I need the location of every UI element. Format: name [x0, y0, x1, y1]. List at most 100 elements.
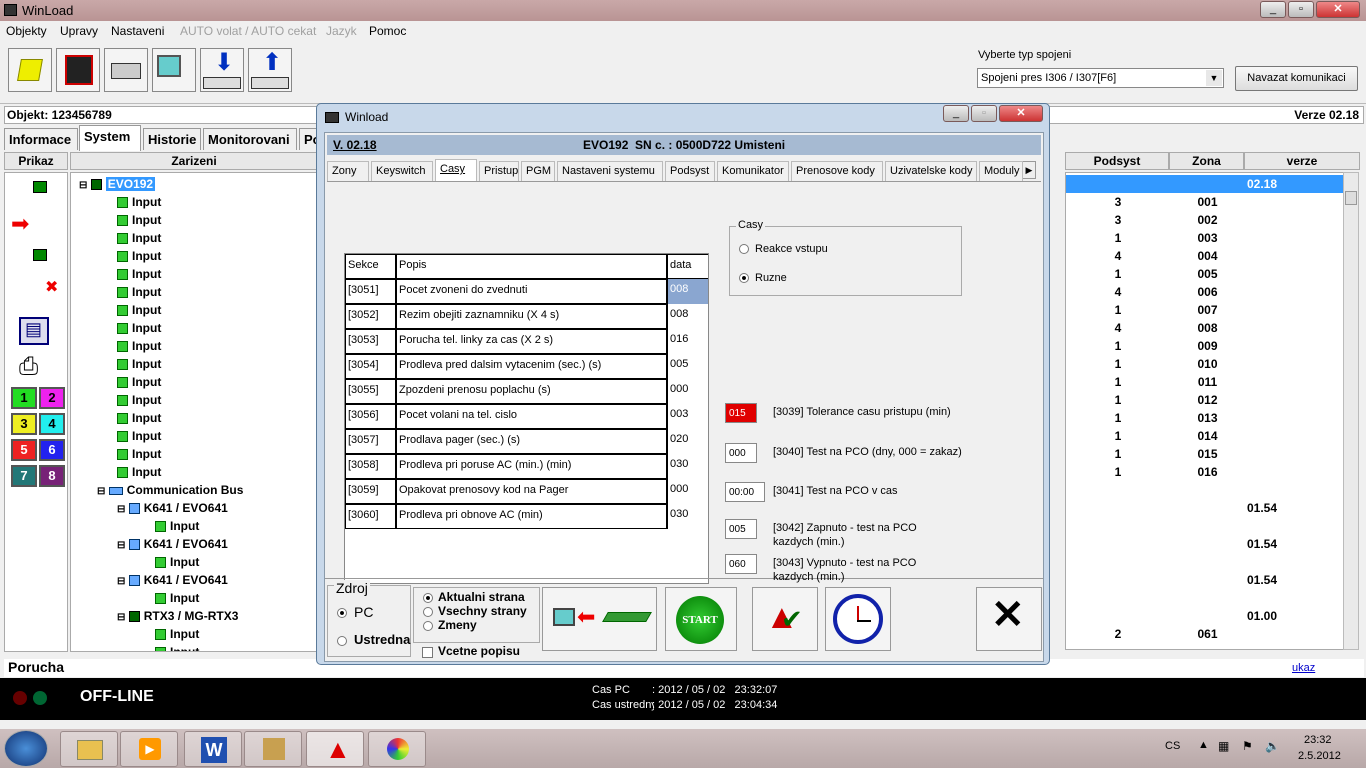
table-row[interactable]: [3055] Zpozdeni prenosu poplachu (s) 000 [345, 379, 708, 404]
cell-data[interactable]: 003 [667, 404, 708, 429]
tree-item-module[interactable]: ⊟ K641 / EVO641 [117, 499, 228, 517]
dialog-tab-casy[interactable]: Casy [435, 159, 477, 181]
collapse-icon[interactable]: ⊟ [117, 612, 125, 623]
tree-item-bus[interactable]: ⊟ Communication Bus [97, 481, 243, 499]
dialog-close-button[interactable]: ✕ [999, 105, 1043, 122]
report-button[interactable]: ▤ [19, 317, 49, 345]
table-row[interactable]: [3059] Opakovat prenosovy kod na Pager 000 [345, 479, 708, 504]
color-key-5[interactable]: 5 [11, 439, 37, 461]
language-indicator[interactable]: CS [1165, 740, 1180, 752]
grid-row[interactable]: 1 012 [1066, 391, 1344, 409]
dialog-tab-prenosove-kody[interactable]: Prenosove kody [791, 161, 883, 181]
tab-historie[interactable]: Historie [143, 128, 201, 150]
show-hidden-icon[interactable]: ▲ [1198, 739, 1209, 751]
tree-item-input[interactable]: Input [117, 427, 161, 445]
vertical-scrollbar[interactable] [1343, 172, 1359, 650]
grid-row[interactable]: 01.54 [1066, 535, 1344, 553]
dialog-tab-podsyst[interactable]: Podsyst [665, 161, 715, 181]
pc-to-panel-button[interactable]: ⬅ [542, 587, 657, 651]
cell-data[interactable]: 016 [667, 329, 708, 354]
tree-item-input[interactable]: Input [117, 319, 161, 337]
tree-item-input[interactable]: Input [155, 643, 199, 651]
color-key-8[interactable]: 8 [39, 465, 65, 487]
header-podsyst[interactable]: Podsyst [1065, 152, 1169, 170]
tab-monitorovani[interactable]: Monitorovani [203, 128, 297, 150]
radio-reakce[interactable] [739, 244, 749, 254]
radio-pc[interactable] [337, 608, 347, 618]
menu-upravy[interactable]: Upravy [60, 24, 98, 38]
grid-row[interactable]: 4 006 [1066, 283, 1344, 301]
send-to-panel-button[interactable]: ➡ [11, 179, 63, 239]
grid-row[interactable] [1066, 589, 1344, 607]
color-key-3[interactable]: 3 [11, 413, 37, 435]
tree-item-input[interactable]: Input [155, 553, 199, 571]
field-input[interactable]: 060 [725, 554, 757, 574]
grid-row[interactable]: 1 014 [1066, 427, 1344, 445]
tree-item-input[interactable]: Input [117, 301, 161, 319]
dialog-tab-pgm[interactable]: PGM [521, 161, 555, 181]
dialog-tab-zony[interactable]: Zony [327, 161, 369, 181]
tree-item-input[interactable]: Input [117, 463, 161, 481]
clock-button[interactable] [825, 587, 891, 651]
menu-auto[interactable]: AUTO volat / AUTO cekat [180, 24, 316, 38]
minimize-button[interactable]: _ [1260, 1, 1286, 18]
collapse-icon[interactable]: ⊟ [79, 180, 87, 191]
tree-item-input[interactable]: Input [155, 625, 199, 643]
tab-system[interactable]: System [79, 125, 141, 151]
tab-scroll-right-icon[interactable]: ▶ [1022, 161, 1036, 179]
tree-item-input[interactable]: Input [117, 265, 161, 283]
table-row[interactable]: [3051] Pocet zvoneni do zvednuti 008 [345, 279, 708, 304]
flag-icon[interactable]: ⚑ [1242, 739, 1253, 753]
table-row[interactable]: [3054] Prodleva pred dalsim vytacenim (se… [345, 354, 708, 379]
clock-date[interactable]: 2.5.2012 [1298, 750, 1341, 762]
taskbar-paint[interactable] [368, 731, 426, 767]
grid-row[interactable] [1066, 553, 1344, 571]
color-key-1[interactable]: 1 [11, 387, 37, 409]
radio-aktualni[interactable] [423, 593, 433, 603]
field-input[interactable]: 00:00 [725, 482, 765, 502]
grid-row[interactable]: 1 009 [1066, 337, 1344, 355]
taskbar-media[interactable]: ▶ [120, 731, 178, 767]
tree-item-input[interactable]: Input [117, 409, 161, 427]
header-prikaz[interactable]: Prikaz [4, 152, 68, 170]
download-button[interactable]: ⬇ [200, 48, 244, 92]
verify-button[interactable]: ▲ ✔ [752, 587, 818, 651]
tree-item-input[interactable]: Input [117, 391, 161, 409]
tree-item-input[interactable]: Input [117, 193, 161, 211]
grid-row[interactable]: 1 003 [1066, 229, 1344, 247]
ukaz-link[interactable]: ukaz [1292, 662, 1315, 674]
computer-button[interactable] [152, 48, 196, 92]
clock-time[interactable]: 23:32 [1304, 734, 1332, 746]
maximize-button[interactable]: ▫ [1288, 1, 1314, 18]
field-input[interactable]: 005 [725, 519, 757, 539]
taskbar-explorer[interactable] [60, 731, 118, 767]
header-zona[interactable]: Zona [1169, 152, 1244, 170]
tree-item-input[interactable]: Input [117, 211, 161, 229]
upload-button[interactable]: ⬆ [248, 48, 292, 92]
dialog-maximize-button[interactable]: ▫ [971, 105, 997, 122]
tree-item-module[interactable]: ⊟ RTX3 / MG-RTX3 [117, 607, 238, 625]
tree-item-input[interactable]: Input [155, 517, 199, 535]
grid-row[interactable]: 1 005 [1066, 265, 1344, 283]
dialog-tab-keyswitch[interactable]: Keyswitch [371, 161, 433, 181]
radio-ruzne[interactable] [739, 273, 749, 283]
table-row[interactable]: [3060] Prodleva pri obnove AC (min) 030 [345, 504, 708, 529]
connect-button[interactable]: Navazat komunikaci [1235, 66, 1358, 91]
grid-row[interactable]: 01.00 [1066, 607, 1344, 625]
checkbox-popis[interactable] [422, 647, 433, 658]
grid-row[interactable]: 02.18 [1066, 175, 1344, 193]
dialog-tab-komunikator[interactable]: Komunikator [717, 161, 789, 181]
taskbar-word[interactable]: W [184, 731, 242, 767]
table-row[interactable]: [3053] Porucha tel. linky za cas (X 2 s) 0… [345, 329, 708, 354]
grid-row[interactable]: 4 008 [1066, 319, 1344, 337]
tree-item-input[interactable]: Input [117, 445, 161, 463]
grid-row[interactable]: 01.54 [1066, 571, 1344, 589]
radio-vsechny[interactable] [423, 607, 433, 617]
connection-button[interactable] [104, 48, 148, 92]
grid-row[interactable]: 1 015 [1066, 445, 1344, 463]
menu-objekty[interactable]: Objekty [6, 24, 47, 38]
close-button[interactable]: ✕ [1316, 1, 1360, 18]
grid-row[interactable]: 2 061 [1066, 625, 1344, 643]
collapse-icon[interactable]: ⊟ [97, 486, 105, 497]
open-folder-button[interactable] [8, 48, 52, 92]
